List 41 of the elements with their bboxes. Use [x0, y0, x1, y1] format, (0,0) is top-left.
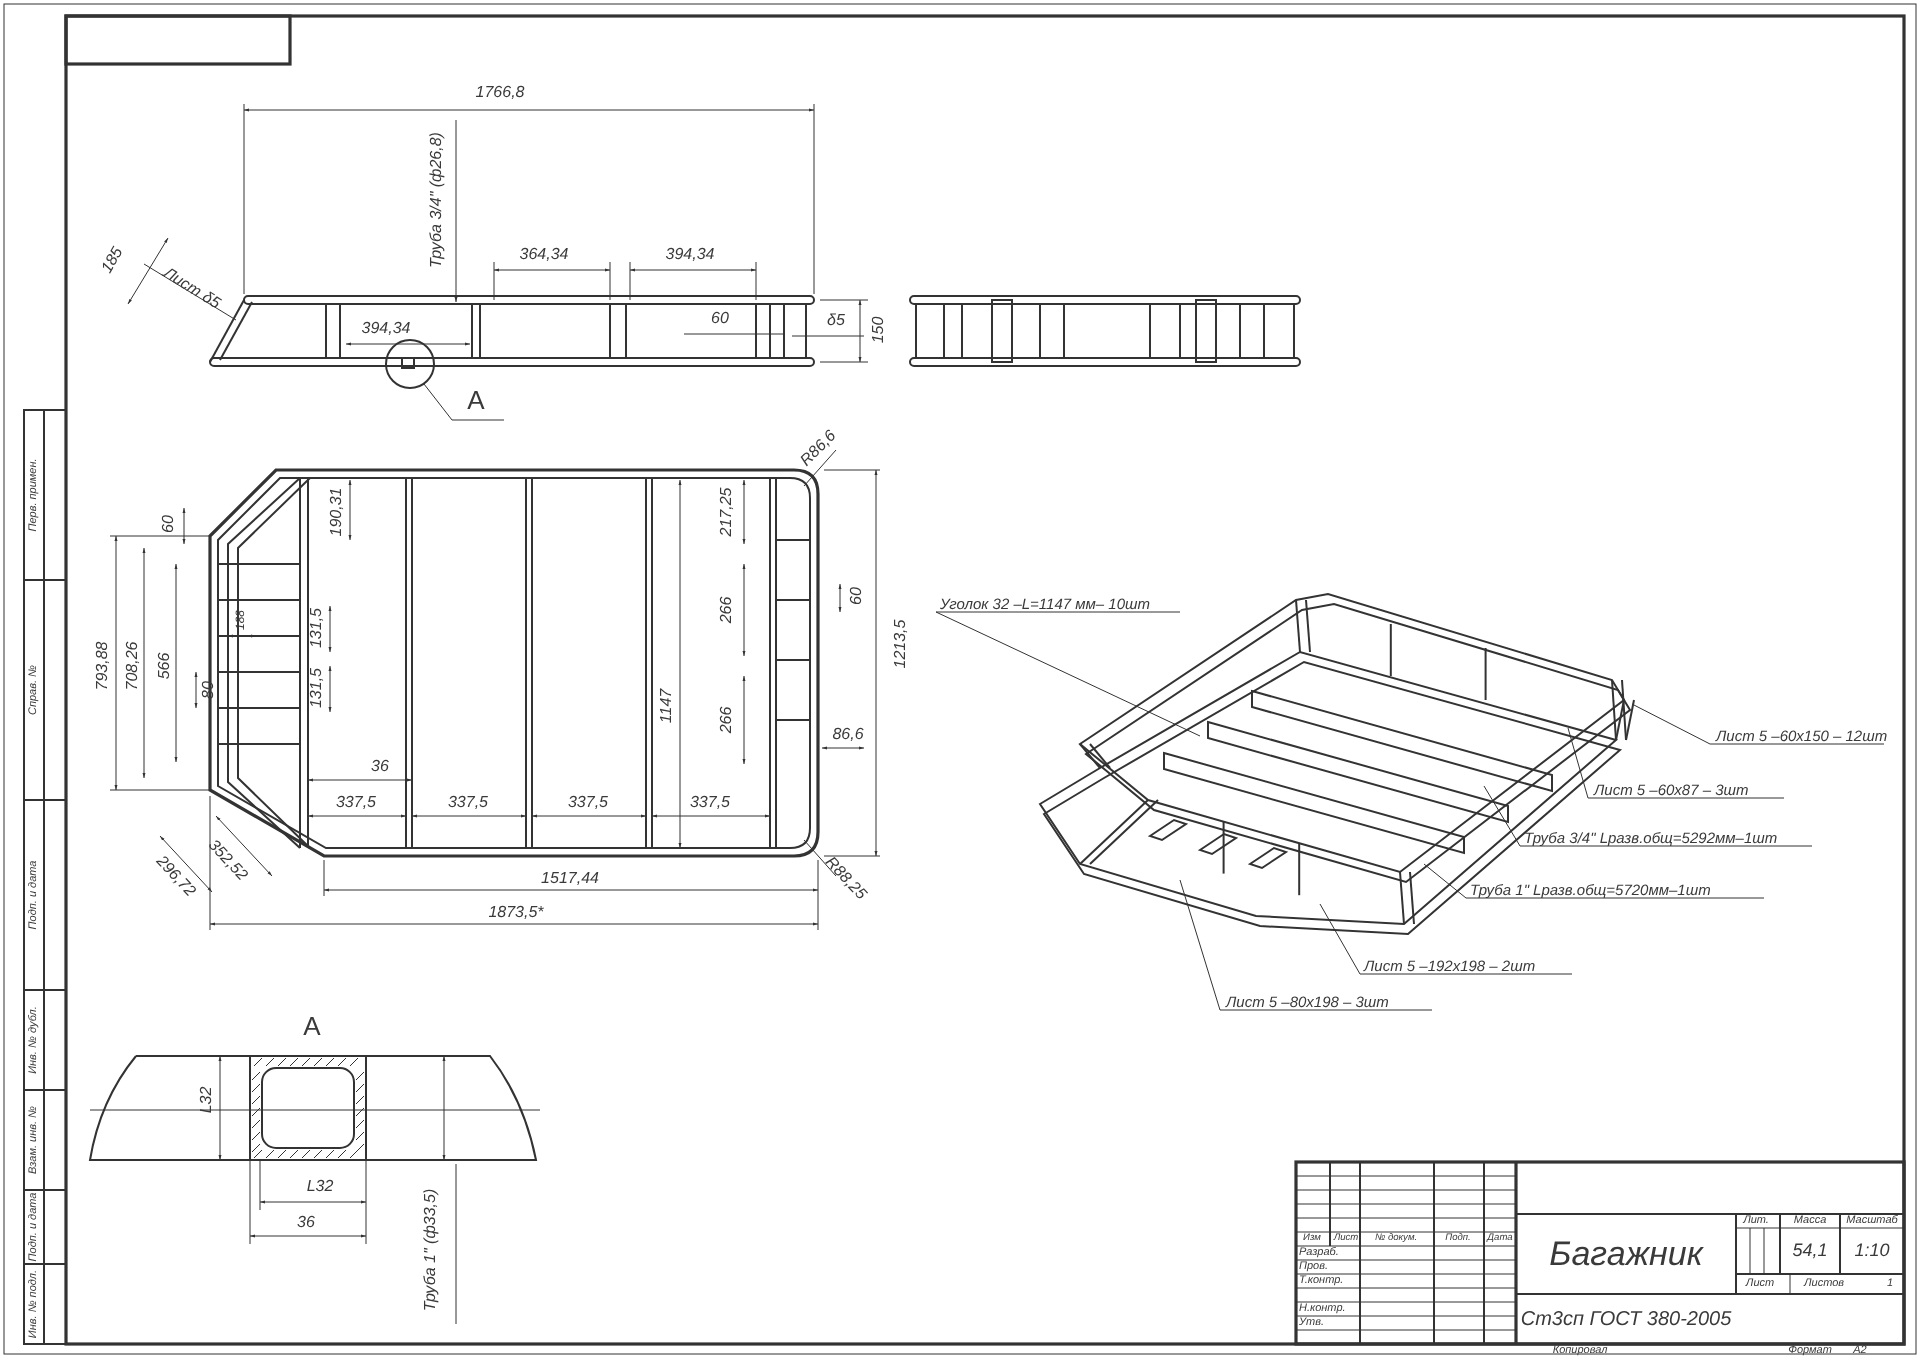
dimension-label: 394,34 — [361, 319, 411, 337]
callout-label: Труба 1" (ф33,5) — [421, 1188, 439, 1312]
dimension-label: 86,6 — [832, 725, 864, 743]
view-label: A — [303, 1011, 321, 1041]
field-value: 54,1 — [1792, 1240, 1828, 1260]
dimension-label: L32 — [197, 1086, 215, 1114]
dimension-label: 337,5 — [689, 793, 731, 811]
view-label: A — [467, 385, 485, 415]
dimension-label: 364,34 — [519, 245, 569, 263]
dimension-label: 60 — [711, 309, 729, 327]
dimension-label: 131,5 — [307, 607, 325, 649]
dimension-label: 217,25 — [717, 487, 735, 537]
leader-line — [423, 383, 505, 421]
dimension-label: 1517,44 — [541, 869, 599, 887]
dimension-label: 266 — [717, 706, 735, 734]
dimension-label: 1766,8 — [475, 83, 525, 101]
dimension-label: 566 — [155, 652, 173, 680]
dimension-label: L32 — [306, 1177, 334, 1195]
dimension-label: 60 — [847, 587, 865, 605]
dimension-label: δ5 — [827, 311, 845, 329]
callout-label: Труба 3/4" (ф26,8) — [427, 132, 445, 268]
dimension-label: 394,34 — [665, 245, 715, 263]
dimension-label: 337,5 — [567, 793, 609, 811]
material-label: Ст3сп ГОСТ 380-2005 — [1520, 1309, 1732, 1331]
dimension-label: 60 — [159, 515, 177, 533]
dimension-label: 1213,5 — [891, 619, 909, 669]
dimension-label: 337,5 — [335, 793, 377, 811]
dimension-label: 266 — [717, 596, 735, 624]
dimension-label: 36 — [371, 757, 389, 775]
dimension-label: 1147 — [657, 688, 675, 724]
dimension-label: 150 — [869, 316, 887, 344]
dimension-label: 337,5 — [447, 793, 489, 811]
dimension-label: 1873,5* — [488, 903, 544, 921]
field-value: 1:10 — [1854, 1240, 1890, 1260]
dimension-label: 793,88 — [93, 641, 111, 691]
dimension-label: 708,26 — [123, 641, 141, 691]
dimension-label: 36 — [297, 1213, 315, 1231]
dimension-label: 131,5 — [307, 667, 325, 709]
dimension-label: 190,31 — [327, 487, 345, 537]
dimension-label: 80 — [199, 681, 217, 699]
drawing-title: Багажник — [1549, 1235, 1703, 1273]
